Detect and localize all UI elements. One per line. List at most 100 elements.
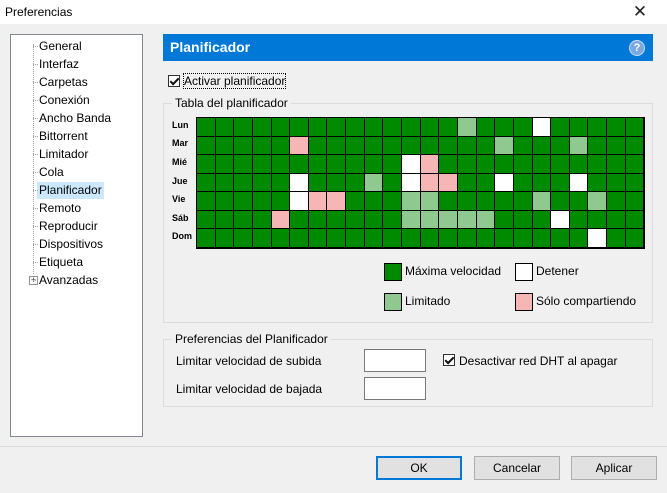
disable-dht-label[interactable]: Desactivar red DHT al apagar <box>459 354 618 368</box>
schedule-cell[interactable] <box>476 229 496 248</box>
schedule-cell[interactable] <box>234 229 253 248</box>
schedule-cell[interactable] <box>625 118 645 137</box>
schedule-cell[interactable] <box>364 173 384 193</box>
schedule-cell[interactable] <box>588 192 608 211</box>
sidebar-item-limitador[interactable]: Limitador <box>32 146 90 163</box>
enable-scheduler-label[interactable]: Activar planificador <box>182 73 287 89</box>
schedule-cell[interactable] <box>197 192 216 211</box>
schedule-cell[interactable] <box>402 192 421 211</box>
schedule-cell[interactable] <box>532 192 552 211</box>
schedule-cell[interactable] <box>457 192 477 211</box>
schedule-cell[interactable] <box>234 155 253 174</box>
schedule-cell[interactable] <box>625 173 645 193</box>
schedule-cell[interactable] <box>383 118 403 137</box>
schedule-cell[interactable] <box>420 173 440 193</box>
schedule-cell[interactable] <box>551 118 570 137</box>
schedule-cell[interactable] <box>495 173 514 193</box>
schedule-cell[interactable] <box>308 192 328 211</box>
schedule-cell[interactable] <box>197 173 216 193</box>
schedule-cell[interactable] <box>234 118 253 137</box>
schedule-cell[interactable] <box>439 210 458 230</box>
schedule-cell[interactable] <box>439 173 458 193</box>
schedule-cell[interactable] <box>513 155 533 174</box>
cancel-button[interactable]: Cancelar <box>474 456 560 480</box>
schedule-cell[interactable] <box>588 136 608 156</box>
schedule-cell[interactable] <box>513 229 533 248</box>
schedule-cell[interactable] <box>607 192 626 211</box>
schedule-cell[interactable] <box>439 155 458 174</box>
schedule-cell[interactable] <box>383 192 403 211</box>
schedule-cell[interactable] <box>513 118 533 137</box>
schedule-cell[interactable] <box>327 192 347 211</box>
schedule-cell[interactable] <box>569 173 589 193</box>
schedule-cell[interactable] <box>457 118 477 137</box>
schedule-cell[interactable] <box>346 229 365 248</box>
schedule-cell[interactable] <box>327 155 347 174</box>
schedule-cell[interactable] <box>476 210 496 230</box>
schedule-cell[interactable] <box>290 229 309 248</box>
schedule-cell[interactable] <box>346 136 365 156</box>
enable-scheduler-checkbox[interactable] <box>168 75 180 87</box>
sidebar-item-reproducir[interactable]: Reproducir <box>33 218 100 235</box>
schedule-cell[interactable] <box>308 210 328 230</box>
schedule-cell[interactable] <box>290 210 309 230</box>
schedule-cell[interactable] <box>476 173 496 193</box>
schedule-cell[interactable] <box>402 155 421 174</box>
preferences-tree[interactable]: General Interfaz Carpetas Conexión Ancho… <box>10 34 143 437</box>
schedule-cell[interactable] <box>532 136 552 156</box>
schedule-cell[interactable] <box>625 210 645 230</box>
schedule-cell[interactable] <box>383 229 403 248</box>
schedule-cell[interactable] <box>495 210 514 230</box>
schedule-cell[interactable] <box>420 210 440 230</box>
schedule-cell[interactable] <box>625 155 645 174</box>
schedule-cell[interactable] <box>252 173 272 193</box>
schedule-cell[interactable] <box>439 136 458 156</box>
schedule-cell[interactable] <box>607 155 626 174</box>
schedule-cell[interactable] <box>290 192 309 211</box>
schedule-cell[interactable] <box>308 173 328 193</box>
schedule-cell[interactable] <box>625 229 645 248</box>
schedule-cell[interactable] <box>513 192 533 211</box>
schedule-cell[interactable] <box>364 155 384 174</box>
schedule-cell[interactable] <box>513 210 533 230</box>
schedule-cell[interactable] <box>551 155 570 174</box>
schedule-cell[interactable] <box>308 136 328 156</box>
schedule-cell[interactable] <box>420 118 440 137</box>
sidebar-item-ancho-banda[interactable]: Ancho Banda <box>32 110 113 127</box>
schedule-cell[interactable] <box>588 155 608 174</box>
disable-dht-checkbox[interactable] <box>443 354 455 366</box>
schedule-cell[interactable] <box>402 118 421 137</box>
sidebar-item-planificador[interactable]: Planificador <box>33 182 104 199</box>
schedule-cell[interactable] <box>495 229 514 248</box>
schedule-cell[interactable] <box>495 192 514 211</box>
schedule-cell[interactable] <box>383 155 403 174</box>
schedule-cell[interactable] <box>420 192 440 211</box>
download-limit-input[interactable] <box>364 377 426 400</box>
schedule-cell[interactable] <box>364 229 384 248</box>
schedule-cell[interactable] <box>532 155 552 174</box>
schedule-cell[interactable] <box>215 155 235 174</box>
schedule-cell[interactable] <box>551 192 570 211</box>
schedule-cell[interactable] <box>290 173 309 193</box>
schedule-cell[interactable] <box>271 229 291 248</box>
schedule-cell[interactable] <box>215 229 235 248</box>
schedule-cell[interactable] <box>327 173 347 193</box>
sidebar-item-cola[interactable]: Cola <box>33 164 66 181</box>
schedule-cell[interactable] <box>625 192 645 211</box>
schedule-cell[interactable] <box>495 118 514 137</box>
sidebar-item-etiqueta[interactable]: Etiqueta <box>32 254 85 271</box>
schedule-cell[interactable] <box>607 136 626 156</box>
schedule-cell[interactable] <box>402 136 421 156</box>
schedule-cell[interactable] <box>588 210 608 230</box>
schedule-cell[interactable] <box>402 210 421 230</box>
upload-limit-input[interactable] <box>364 349 426 372</box>
schedule-cell[interactable] <box>364 192 384 211</box>
schedule-cell[interactable] <box>402 229 421 248</box>
schedule-cell[interactable] <box>327 136 347 156</box>
schedule-cell[interactable] <box>532 118 552 137</box>
schedule-cell[interactable] <box>346 155 365 174</box>
schedule-cell[interactable] <box>457 173 477 193</box>
schedule-cell[interactable] <box>308 155 328 174</box>
schedule-cell[interactable] <box>271 192 291 211</box>
schedule-cell[interactable] <box>588 229 608 248</box>
